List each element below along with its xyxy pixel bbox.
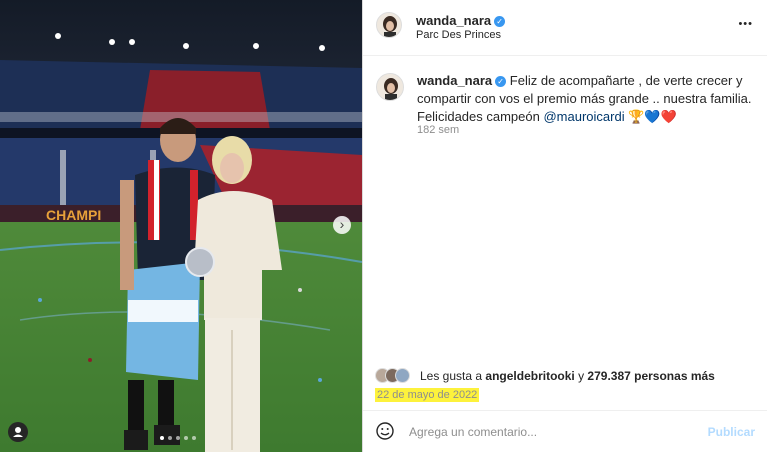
comment-bar: Agrega un comentario... Publicar: [363, 410, 767, 453]
caption-username[interactable]: wanda_nara: [417, 73, 492, 88]
verified-badge-icon: ✓: [494, 16, 506, 27]
post-header: wanda_nara ✓ Parc Des Princes •••: [363, 0, 767, 56]
post-photo[interactable]: CHAMPI ›: [0, 0, 362, 452]
likes-summary: Les gusta a angeldebritooki y 279.387 pe…: [420, 369, 715, 383]
stadium-photo: CHAMPI: [0, 0, 362, 452]
smiley-icon: [376, 422, 394, 440]
banner-text: CHAMPI: [46, 207, 101, 223]
liker-avatar: [395, 368, 410, 383]
liker-avatars[interactable]: [375, 368, 419, 384]
emoji-button[interactable]: [376, 422, 394, 440]
likes-conj: y: [578, 369, 585, 383]
user-icon: [13, 427, 23, 437]
mention-link[interactable]: @mauroicardi: [543, 109, 624, 124]
publish-button[interactable]: Publicar: [708, 425, 755, 439]
likes-others-link[interactable]: 279.387 personas más: [587, 369, 714, 383]
post-side-panel: wanda_nara ✓ Parc Des Princes ••• wanda_n…: [362, 0, 767, 452]
profile-picture-icon: [377, 74, 403, 100]
profile-picture-icon: [377, 13, 401, 37]
tagged-users-button[interactable]: [8, 422, 28, 442]
carousel-next-button[interactable]: ›: [333, 216, 351, 234]
time-ago: 182 sem: [417, 124, 460, 136]
post-date: 22 de mayo de 2022: [375, 388, 480, 402]
comment-input[interactable]: Agrega un comentario...: [409, 425, 537, 439]
verified-badge-icon: ✓: [495, 76, 507, 87]
avatar[interactable]: [376, 12, 402, 38]
caption-avatar[interactable]: [376, 73, 404, 101]
username-link[interactable]: wanda_nara: [416, 13, 491, 28]
location-link[interactable]: Parc Des Princes: [416, 29, 501, 41]
likes-user-link[interactable]: angeldebritooki: [485, 369, 574, 383]
more-options-icon[interactable]: •••: [738, 18, 753, 30]
caption-emojis: 🏆💙❤️: [628, 109, 677, 124]
post-caption: wanda_nara ✓ Feliz de acompañarte , de ve…: [417, 72, 757, 126]
likes-prefix: Les gusta a: [420, 369, 483, 383]
